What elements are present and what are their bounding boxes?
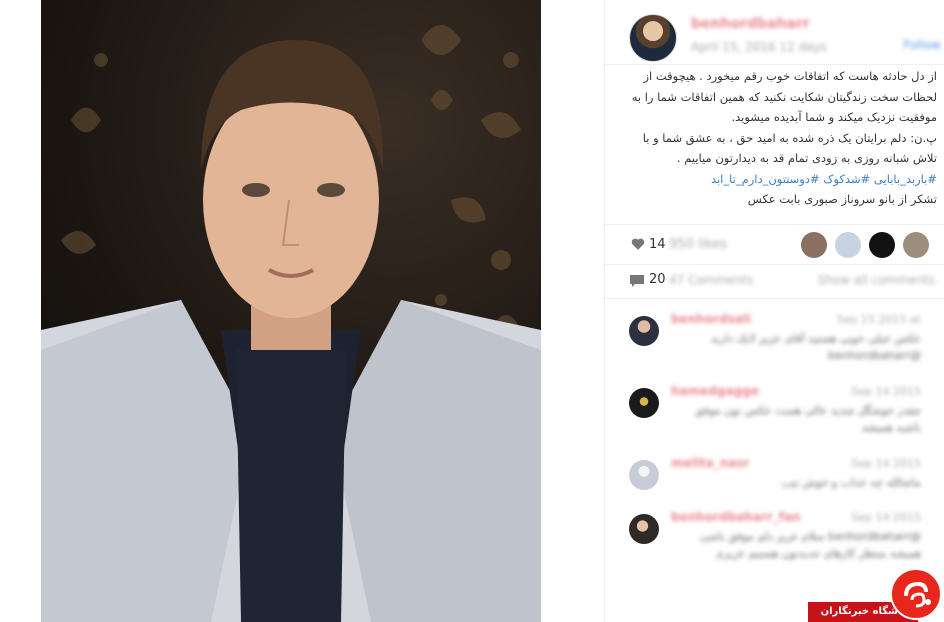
photo-area — [0, 0, 604, 622]
follow-button[interactable]: Follow — [903, 38, 941, 52]
divider — [605, 224, 944, 225]
caption-hashtags[interactable]: #باربد_بابایی #شدکوک #دوستتون_دارم_تا_اب… — [621, 169, 937, 190]
post-photo[interactable] — [41, 0, 541, 622]
comment-time: Sep 14 2015 — [851, 511, 921, 524]
commenter-avatar[interactable] — [629, 316, 659, 346]
comments-row: 20 47 Comments Show all comments — [605, 268, 944, 300]
post-detail-panel: benhordbaharr April 15, 2016 12 days Fol… — [604, 0, 944, 622]
commenter-username[interactable]: benhordbaharr_fan — [671, 510, 801, 524]
watermark-logo-icon — [890, 568, 942, 620]
comment-text: چقدر خوشگل شدید عالی هست عکس تون موفق با… — [694, 404, 921, 434]
commenter-username[interactable]: hamedgagge — [671, 384, 759, 398]
post-header: benhordbaharr April 15, 2016 12 days Fol… — [605, 0, 944, 65]
caption-paragraph-2: پ.ن: دلم برایتان یک ذره شده به امید حق ،… — [642, 130, 937, 166]
author-avatar[interactable] — [629, 14, 677, 62]
likes-count[interactable]: 14 — [649, 237, 666, 252]
commenter-avatar[interactable] — [629, 388, 659, 418]
likes-row: 14 950 likes — [605, 228, 944, 262]
comment-icon[interactable] — [629, 274, 645, 288]
comment-time: Sep 14 2015 — [851, 385, 921, 398]
liker-avatar[interactable] — [903, 232, 929, 258]
portrait-figure — [41, 40, 541, 622]
comment-time: Sep 14 2015 — [851, 457, 921, 470]
likes-label: 950 likes — [669, 237, 728, 252]
comments-count[interactable]: 20 — [649, 272, 666, 287]
commenter-avatar[interactable] — [629, 514, 659, 544]
commenter-avatar[interactable] — [629, 460, 659, 490]
divider — [605, 298, 944, 299]
post-caption: از دل حادثه هاست که اتفاقات خوب رقم میخو… — [621, 66, 937, 210]
news-agency-watermark: باشگاه خبرنگاران — [808, 566, 944, 622]
comment-text: ماشالله چه جذاب و خوش تیپ — [781, 476, 921, 489]
caption-paragraph-3: تشکر از بانو سروناز صبوری بابت عکس — [747, 192, 937, 206]
liker-avatar[interactable] — [835, 232, 861, 258]
logo-glyph-icon — [904, 581, 931, 608]
comment-time: Sep 15 2015 at — [836, 313, 921, 326]
liker-avatar[interactable] — [869, 232, 895, 258]
comment-item: benhordsali Sep 15 2015 at عکس خیلی خوبی… — [605, 312, 944, 382]
liker-avatar[interactable] — [801, 232, 827, 258]
divider — [605, 264, 944, 265]
comment-text: @benhordbaharr سلام عزیز دلم موفق باشی ه… — [699, 530, 921, 560]
caption-paragraph-1: از دل حادثه هاست که اتفاقات خوب رقم میخو… — [631, 69, 937, 124]
heart-icon[interactable] — [631, 237, 645, 251]
author-username[interactable]: benhordbaharr — [691, 16, 810, 32]
commenter-username[interactable]: melita_nasr — [671, 456, 749, 470]
commenter-username[interactable]: benhordsali — [671, 312, 751, 326]
comment-item: hamedgagge Sep 14 2015 چقدر خوشگل شدید ع… — [605, 384, 944, 454]
post-date: April 15, 2016 12 days — [691, 40, 827, 54]
show-all-comments-link[interactable]: Show all comments — [818, 273, 935, 287]
comment-text: عکس خیلی خوبی هستید آقای عزیز لایک دارید… — [710, 332, 921, 362]
comments-label: 47 Comments — [669, 273, 754, 287]
